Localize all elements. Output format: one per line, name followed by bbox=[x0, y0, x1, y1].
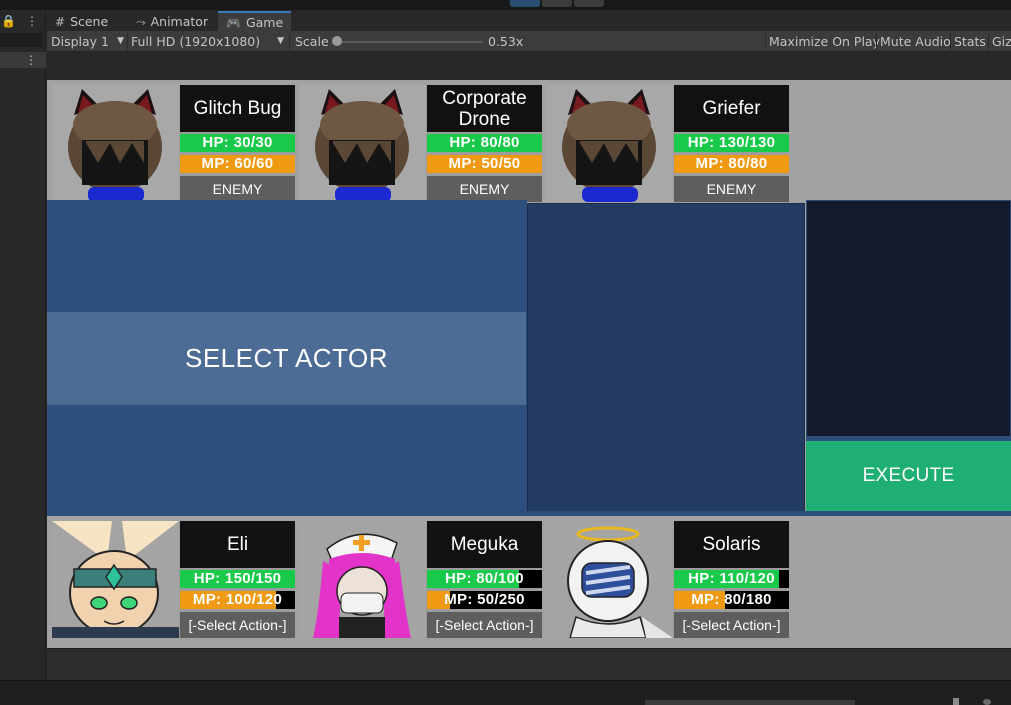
enemy-name: Corporate Drone bbox=[427, 85, 542, 132]
action-status: [-Select Action-] bbox=[674, 612, 789, 638]
row-menu-icon[interactable]: ⋮ bbox=[25, 53, 37, 67]
top-toolbar bbox=[0, 0, 1011, 10]
mp-text: MP: 50/250 bbox=[444, 591, 525, 608]
party-name: Eli bbox=[180, 521, 295, 568]
hp-text: HP: 110/120 bbox=[688, 570, 775, 587]
enemy-portrait bbox=[546, 85, 673, 202]
scale-slider[interactable] bbox=[337, 41, 483, 43]
tab-label: Game bbox=[245, 14, 284, 30]
action-status: [-Select Action-] bbox=[180, 612, 295, 638]
divider bbox=[876, 33, 877, 50]
mp-bar: MP: 50/250 bbox=[427, 591, 542, 609]
display-select[interactable]: Display 1 ▼ bbox=[51, 33, 127, 50]
hierarchy-search-input[interactable] bbox=[0, 33, 42, 47]
pause-button[interactable] bbox=[542, 0, 572, 7]
party-card[interactable]: Eli HP: 150/150 MP: 100/120 [-Select Act… bbox=[52, 521, 295, 638]
enemy-portrait bbox=[52, 85, 179, 202]
hp-bar: HP: 130/130 bbox=[674, 134, 789, 152]
action-info-panel bbox=[527, 203, 805, 513]
panel-border bbox=[527, 511, 1011, 516]
divider bbox=[988, 33, 989, 50]
divider bbox=[765, 33, 766, 50]
mp-bar: MP: 50/50 bbox=[427, 155, 542, 173]
party-card[interactable]: Meguka HP: 80/100 MP: 50/250 [-Select Ac… bbox=[299, 521, 542, 638]
mp-text: MP: 80/180 bbox=[691, 591, 772, 608]
hierarchy-tools: 🔒 ⋮ bbox=[0, 10, 46, 32]
mp-text: MP: 80/80 bbox=[695, 155, 768, 172]
lock-icon[interactable]: 🔒 bbox=[1, 14, 16, 28]
progress-bar bbox=[645, 700, 855, 705]
enemy-name: Glitch Bug bbox=[180, 85, 295, 132]
execute-button[interactable]: EXECUTE bbox=[806, 441, 1011, 511]
hp-bar: HP: 80/80 bbox=[427, 134, 542, 152]
enemy-name: Griefer bbox=[674, 85, 789, 132]
hp-bar: HP: 110/120 bbox=[674, 570, 789, 588]
mp-bar: MP: 80/80 bbox=[674, 155, 789, 173]
mp-bar: MP: 60/60 bbox=[180, 155, 295, 173]
tab-game[interactable]: 🎮 Game bbox=[218, 11, 291, 32]
hp-text: HP: 30/30 bbox=[202, 134, 273, 151]
hierarchy-row[interactable]: ⋮ bbox=[0, 52, 46, 68]
tab-animator[interactable]: ⤳ Animator bbox=[128, 12, 218, 32]
mp-text: MP: 60/60 bbox=[201, 155, 274, 172]
enemy-card[interactable]: Griefer HP: 130/130 MP: 80/80 ENEMY bbox=[546, 85, 789, 202]
stats-toggle[interactable]: Stats bbox=[954, 33, 986, 50]
status-bar bbox=[0, 680, 1011, 705]
gamepad-icon: 🎮 bbox=[226, 15, 241, 30]
hp-bar: HP: 80/100 bbox=[427, 570, 542, 588]
divider bbox=[127, 33, 128, 50]
party-portrait bbox=[299, 521, 426, 638]
tab-label: Animator bbox=[150, 14, 209, 29]
game-view-footer bbox=[47, 648, 1011, 680]
notification-icon[interactable] bbox=[983, 699, 991, 705]
target-panel bbox=[806, 200, 1011, 437]
party-name: Solaris bbox=[674, 521, 789, 568]
play-button[interactable] bbox=[510, 0, 540, 7]
tab-label: Scene bbox=[70, 14, 109, 29]
enemy-tag: ENEMY bbox=[674, 176, 789, 202]
tab-scene[interactable]: # Scene bbox=[47, 12, 131, 32]
select-actor-button[interactable]: SELECT ACTOR bbox=[47, 312, 526, 405]
mute-audio-toggle[interactable]: Mute Audio bbox=[880, 33, 951, 50]
hp-text: HP: 80/100 bbox=[445, 570, 524, 587]
party-portrait bbox=[546, 521, 673, 638]
menu-icon[interactable]: ⋮ bbox=[26, 14, 38, 28]
mp-bar: MP: 80/180 bbox=[674, 591, 789, 609]
enemy-portrait bbox=[299, 85, 426, 202]
party-name: Meguka bbox=[427, 521, 542, 568]
scale-slider-handle[interactable] bbox=[332, 36, 342, 46]
resolution-value: Full HD (1920x1080) bbox=[131, 34, 261, 49]
enemy-card[interactable]: Corporate Drone HP: 80/80 MP: 50/50 ENEM… bbox=[299, 85, 542, 202]
grid-icon: # bbox=[55, 15, 66, 29]
mp-text: MP: 100/120 bbox=[192, 591, 283, 608]
hp-text: HP: 80/80 bbox=[449, 134, 520, 151]
mp-bar: MP: 100/120 bbox=[180, 591, 295, 609]
hp-bar: HP: 30/30 bbox=[180, 134, 295, 152]
animator-icon: ⤳ bbox=[136, 15, 146, 29]
enemy-tag: ENEMY bbox=[180, 176, 295, 202]
chevron-down-icon: ▼ bbox=[117, 36, 124, 46]
scale-label: Scale bbox=[295, 34, 329, 49]
divider bbox=[950, 33, 951, 50]
resolution-select[interactable]: Full HD (1920x1080) ▼ bbox=[131, 33, 287, 50]
maximize-on-play-toggle[interactable]: Maximize On Play bbox=[769, 33, 880, 50]
action-status: [-Select Action-] bbox=[427, 612, 542, 638]
enemy-card[interactable]: Glitch Bug HP: 30/30 MP: 60/60 ENEMY bbox=[52, 85, 295, 202]
hp-text: HP: 150/150 bbox=[193, 570, 282, 587]
chevron-down-icon: ▼ bbox=[277, 36, 284, 46]
console-icon[interactable] bbox=[953, 698, 959, 705]
party-card[interactable]: Solaris HP: 110/120 MP: 80/180 [-Select … bbox=[546, 521, 789, 638]
party-portrait bbox=[52, 521, 179, 638]
display-value: Display 1 bbox=[51, 34, 110, 49]
enemy-tag: ENEMY bbox=[427, 176, 542, 202]
step-button[interactable] bbox=[574, 0, 604, 7]
mp-text: MP: 50/50 bbox=[448, 155, 521, 172]
hp-bar: HP: 150/150 bbox=[180, 570, 295, 588]
divider bbox=[289, 33, 290, 50]
scale-value: 0.53x bbox=[488, 34, 524, 49]
hierarchy-panel bbox=[0, 10, 46, 680]
hp-text: HP: 130/130 bbox=[687, 134, 776, 151]
gizmos-toggle[interactable]: Giz bbox=[992, 33, 1011, 50]
